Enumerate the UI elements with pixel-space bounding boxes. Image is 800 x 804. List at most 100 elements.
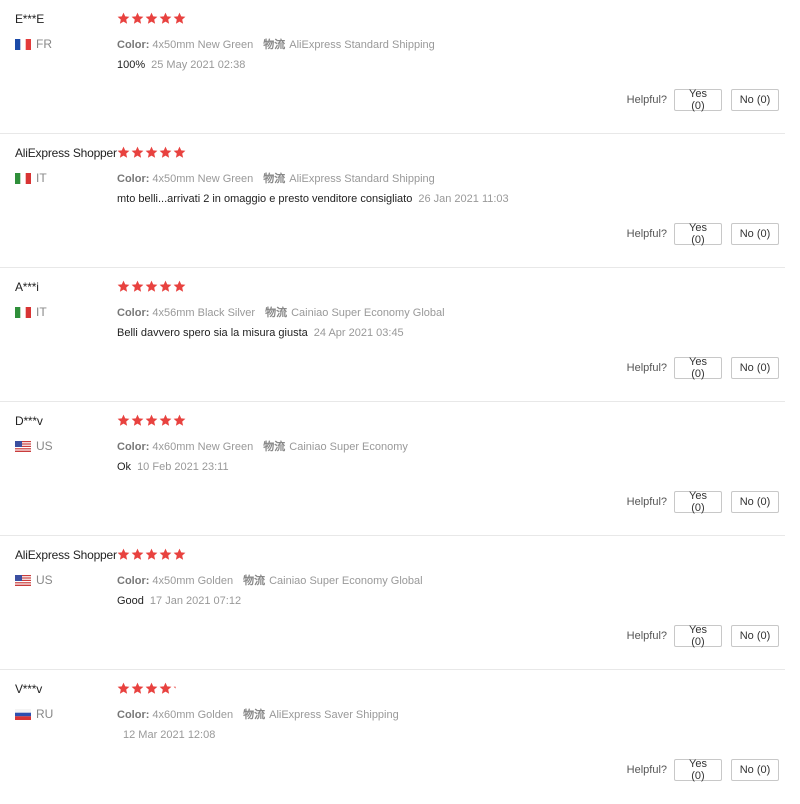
helpful-no-button[interactable]: No (0) bbox=[731, 223, 779, 245]
helpful-yes-button[interactable]: Yes (0) bbox=[674, 490, 722, 514]
star-icon bbox=[117, 280, 130, 293]
reviewer-name: AliExpress Shopper bbox=[15, 146, 117, 160]
color-label: Color: bbox=[117, 173, 150, 185]
helpful-no-button[interactable]: No (0) bbox=[731, 491, 779, 513]
italy-flag-icon bbox=[15, 306, 31, 318]
helpful-section: Helpful? Yes (0) No (0) bbox=[626, 490, 779, 514]
review-content: Ok 10 Feb 2021 23:11 bbox=[117, 461, 229, 473]
color-value: 4x50mm Golden bbox=[152, 575, 234, 587]
reviewer-name: D***v bbox=[15, 414, 43, 428]
reviewer-country: IT bbox=[15, 171, 47, 185]
helpful-label: Helpful? bbox=[626, 94, 667, 106]
helpful-label: Helpful? bbox=[626, 362, 667, 374]
review-item: A***i IT Color: 4x56mm Black Silver 物流 Cain… bbox=[0, 268, 785, 402]
reviewer-name: AliExpress Shopper bbox=[15, 548, 117, 562]
russia-flag-icon bbox=[15, 708, 31, 720]
review-text: Belli davvero spero sia la misura giusta bbox=[117, 327, 308, 339]
review-meta: Color: 4x50mm New Green 物流 AliExpress Stand… bbox=[117, 170, 435, 186]
helpful-no-button[interactable]: No (0) bbox=[731, 625, 779, 647]
star-icon bbox=[159, 146, 172, 159]
star-icon bbox=[173, 146, 186, 159]
star-icon bbox=[159, 414, 172, 427]
star-rating bbox=[117, 280, 186, 294]
shipping-value: AliExpress Standard Shipping bbox=[289, 39, 435, 51]
review-date: 10 Feb 2021 23:11 bbox=[137, 461, 229, 473]
color-label: Color: bbox=[117, 307, 150, 319]
helpful-section: Helpful? Yes (0) No (0) bbox=[626, 222, 779, 246]
helpful-no-button[interactable]: No (0) bbox=[731, 357, 779, 379]
reviewer-name: V***v bbox=[15, 682, 43, 696]
star-icon bbox=[117, 682, 130, 695]
review-item: AliExpress Shopper IT Color: 4x50mm New G… bbox=[0, 134, 785, 268]
helpful-no-button[interactable]: No (0) bbox=[731, 89, 779, 111]
shipping-label: 物流 bbox=[263, 39, 286, 51]
shipping-label: 物流 bbox=[265, 307, 288, 319]
review-content: Belli davvero spero sia la misura giusta… bbox=[117, 327, 404, 339]
helpful-no-button[interactable]: No (0) bbox=[731, 759, 779, 781]
helpful-yes-button[interactable]: Yes (0) bbox=[674, 624, 722, 648]
star-icon bbox=[131, 280, 144, 293]
color-label: Color: bbox=[117, 575, 150, 587]
star-rating bbox=[117, 12, 186, 26]
star-icon bbox=[173, 280, 186, 293]
star-icon bbox=[145, 12, 158, 25]
country-code: IT bbox=[36, 171, 47, 185]
helpful-label: Helpful? bbox=[626, 496, 667, 508]
star-icon bbox=[131, 146, 144, 159]
color-value: 4x50mm New Green bbox=[152, 39, 254, 51]
star-icon bbox=[131, 414, 144, 427]
review-meta: Color: 4x50mm Golden 物流 Cainiao Super Econo… bbox=[117, 572, 423, 588]
review-content: mto belli...arrivati 2 in omaggio e pres… bbox=[117, 193, 509, 205]
helpful-yes-button[interactable]: Yes (0) bbox=[674, 222, 722, 246]
star-icon bbox=[173, 12, 186, 25]
color-label: Color: bbox=[117, 441, 150, 453]
usa-flag-icon bbox=[15, 440, 31, 452]
star-rating bbox=[117, 414, 186, 428]
star-rating bbox=[117, 146, 186, 160]
reviewer-country: IT bbox=[15, 305, 47, 319]
shipping-value: AliExpress Standard Shipping bbox=[289, 173, 435, 185]
star-icon bbox=[145, 414, 158, 427]
helpful-section: Helpful? Yes (0) No (0) bbox=[626, 88, 779, 112]
star-icon bbox=[173, 548, 186, 561]
shipping-label: 物流 bbox=[243, 575, 266, 587]
helpful-yes-button[interactable]: Yes (0) bbox=[674, 88, 722, 112]
star-icon bbox=[145, 280, 158, 293]
review-meta: Color: 4x56mm Black Silver 物流 Cainiao Super… bbox=[117, 304, 445, 320]
review-text: Ok bbox=[117, 461, 132, 473]
color-value: 4x56mm Black Silver bbox=[152, 307, 256, 319]
helpful-label: Helpful? bbox=[626, 630, 667, 642]
review-item: E***E FR Color: 4x50mm New Green 物流 AliExpr… bbox=[0, 0, 785, 134]
color-value: 4x60mm New Green bbox=[152, 441, 254, 453]
star-icon bbox=[173, 414, 186, 427]
color-label: Color: bbox=[117, 39, 150, 51]
helpful-yes-button[interactable]: Yes (0) bbox=[674, 758, 722, 782]
star-icon bbox=[117, 548, 130, 561]
helpful-label: Helpful? bbox=[626, 228, 667, 240]
reviewer-country: RU bbox=[15, 707, 53, 721]
star-icon bbox=[159, 548, 172, 561]
shipping-label: 物流 bbox=[243, 709, 266, 721]
country-code: US bbox=[36, 573, 53, 587]
star-icon bbox=[117, 146, 130, 159]
color-value: 4x50mm New Green bbox=[152, 173, 254, 185]
reviewer-country: US bbox=[15, 573, 53, 587]
shipping-value: AliExpress Saver Shipping bbox=[269, 709, 399, 721]
helpful-yes-button[interactable]: Yes (0) bbox=[674, 356, 722, 380]
country-code: FR bbox=[36, 37, 52, 51]
reviewer-country: FR bbox=[15, 37, 52, 51]
shipping-value: Cainiao Super Economy bbox=[289, 441, 408, 453]
helpful-section: Helpful? Yes (0) No (0) bbox=[627, 758, 779, 782]
france-flag-icon bbox=[15, 38, 31, 50]
star-rating bbox=[117, 682, 186, 696]
review-item: AliExpress Shopper US Color: 4x50mm Golde… bbox=[0, 536, 785, 670]
review-content: 12 Mar 2021 12:08 bbox=[117, 729, 215, 741]
usa-flag-icon bbox=[15, 574, 31, 586]
italy-flag-icon bbox=[15, 172, 31, 184]
helpful-section: Helpful? Yes (0) No (0) bbox=[626, 624, 779, 648]
review-meta: Color: 4x60mm Golden 物流 AliExpress Saver Sh… bbox=[117, 706, 399, 722]
review-meta: Color: 4x60mm New Green 物流 Cainiao Super Ec… bbox=[117, 438, 408, 454]
star-icon bbox=[117, 414, 130, 427]
star-icon bbox=[145, 548, 158, 561]
color-value: 4x60mm Golden bbox=[152, 709, 234, 721]
